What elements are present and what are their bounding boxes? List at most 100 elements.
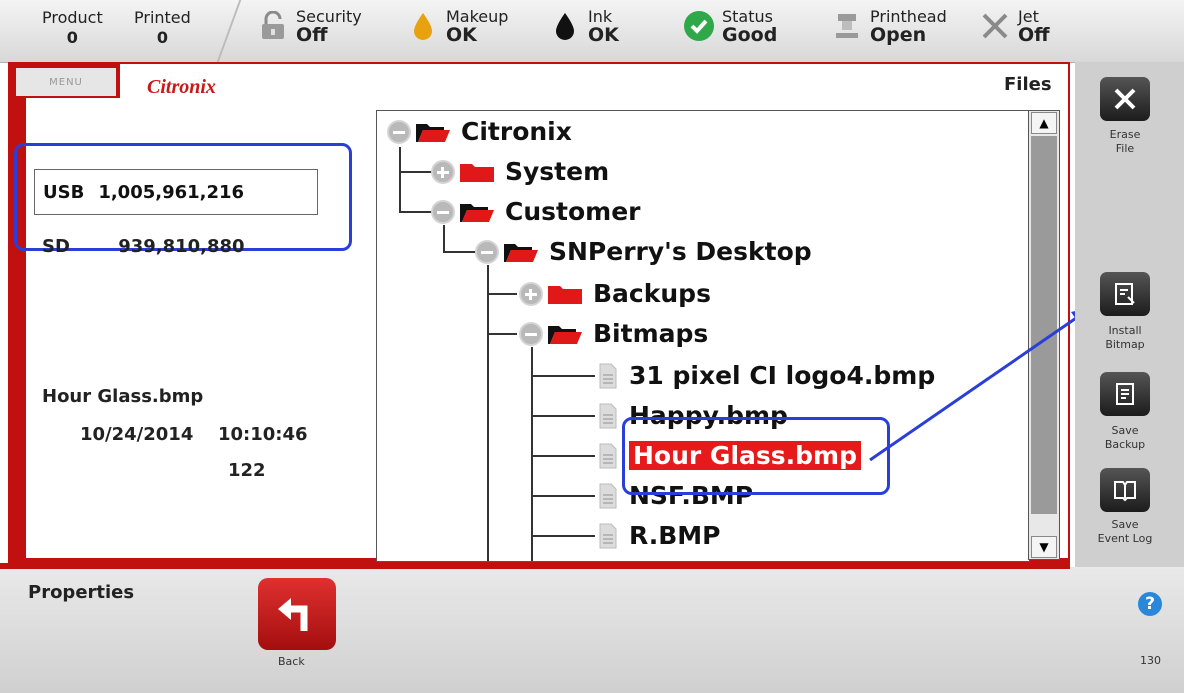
scroll-down-button[interactable]: ▼ — [1031, 536, 1057, 558]
file-icon — [599, 523, 617, 548]
folder-open-icon — [504, 243, 538, 262]
tree-node-label: Citronix — [461, 117, 572, 146]
back-arrow-icon — [278, 598, 308, 631]
tree-line — [487, 265, 489, 561]
annotation-arrow — [869, 307, 1092, 462]
jet-status[interactable]: Jet Off — [978, 8, 1050, 46]
makeup-drop-icon — [406, 9, 440, 43]
tree-node-bitmaps[interactable]: Bitmaps — [519, 319, 708, 348]
security-status[interactable]: Security Off — [256, 8, 362, 46]
printed-counter: Printed 0 — [134, 8, 191, 48]
sd-storage-row[interactable]: SD 939,810,880 — [42, 236, 245, 257]
save-backup-icon — [1100, 372, 1150, 416]
save-event-log-label: Save Event Log — [1097, 518, 1153, 545]
tree-file-item[interactable]: R.BMP — [599, 521, 720, 550]
install-bitmap-label: Install Bitmap — [1105, 324, 1145, 351]
tree-line — [531, 375, 595, 377]
bottom-red-line — [0, 563, 1070, 569]
printhead-value: Open — [870, 24, 927, 46]
tree-line — [531, 415, 595, 417]
tree-node-label: Customer — [505, 197, 641, 226]
menu-tab[interactable]: MENU — [16, 68, 116, 96]
help-icon: ? — [1145, 594, 1155, 614]
folder-open-icon — [548, 325, 582, 344]
ink-value: OK — [588, 24, 619, 46]
expand-icon[interactable] — [431, 159, 455, 184]
printhead-status[interactable]: Printhead Open — [830, 8, 947, 46]
folder-closed-icon — [460, 163, 494, 182]
ink-drop-icon — [548, 9, 582, 43]
folder-open-icon — [460, 203, 494, 222]
tree-node-label: Backups — [593, 279, 711, 308]
product-counter: Product 0 — [42, 8, 103, 48]
tree-line — [531, 455, 595, 457]
help-button[interactable]: ? — [1138, 592, 1162, 616]
install-bitmap-icon — [1100, 272, 1150, 316]
status-value: Good — [722, 24, 778, 46]
erase-file-label: Erase File — [1109, 128, 1141, 155]
scroll-up-button[interactable]: ▲ — [1031, 112, 1057, 134]
usb-value: 1,005,961,216 — [98, 181, 245, 203]
install-bitmap-button[interactable] — [1100, 272, 1150, 316]
collapse-icon[interactable] — [475, 239, 499, 264]
collapse-icon[interactable] — [431, 199, 455, 224]
usb-label: USB — [43, 181, 85, 203]
makeup-value: OK — [446, 24, 477, 46]
selection-annotation-box — [622, 417, 890, 495]
printed-label: Printed — [134, 8, 191, 27]
printed-value: 0 — [156, 28, 168, 47]
back-label: Back — [278, 655, 305, 668]
selected-file-size: 122 — [228, 460, 266, 481]
product-label: Product — [42, 8, 103, 27]
check-icon — [682, 9, 716, 43]
jet-value: Off — [1018, 24, 1050, 46]
arrow-up-icon: ▲ — [1039, 116, 1049, 130]
file-icon — [599, 443, 617, 468]
tree-node-backups[interactable]: Backups — [519, 279, 711, 308]
printhead-icon — [830, 9, 864, 43]
sd-value: 939,810,880 — [118, 236, 245, 257]
tree-line — [531, 535, 595, 537]
ink-status[interactable]: Ink OK — [548, 8, 619, 46]
back-button[interactable] — [258, 578, 336, 650]
save-backup-button[interactable] — [1100, 372, 1150, 416]
usb-storage-field[interactable]: USB 1,005,961,216 — [34, 169, 318, 215]
file-icon — [599, 403, 617, 428]
selected-file-date: 10/24/2014 — [80, 424, 194, 445]
folder-open-icon — [416, 123, 450, 142]
bottom-bar — [0, 567, 1184, 693]
brand-logo: Citronix — [147, 76, 216, 98]
tree-node-label: SNPerry's Desktop — [549, 237, 812, 266]
tree-node-system[interactable]: System — [431, 157, 609, 186]
tree-line — [487, 333, 517, 335]
system-status[interactable]: Status Good — [682, 8, 778, 46]
tree-node-customer[interactable]: Customer — [431, 197, 641, 226]
x-icon — [978, 9, 1012, 43]
arrow-down-icon: ▼ — [1039, 540, 1049, 554]
save-event-log-button[interactable] — [1100, 468, 1150, 512]
folder-closed-icon — [548, 285, 582, 304]
tree-node-citronix[interactable]: Citronix — [387, 117, 572, 146]
file-icon — [599, 483, 617, 508]
collapse-icon[interactable] — [519, 321, 543, 346]
tree-file-label: R.BMP — [629, 521, 721, 550]
selected-file-time: 10:10:46 — [218, 424, 308, 445]
expand-icon[interactable] — [519, 281, 543, 306]
tree-line — [443, 225, 445, 253]
selected-file-name: Hour Glass.bmp — [42, 386, 204, 407]
erase-icon — [1100, 77, 1150, 121]
erase-file-button[interactable] — [1100, 77, 1150, 121]
collapse-icon[interactable] — [387, 119, 411, 144]
tree-node-snperry-desktop[interactable]: SNPerry's Desktop — [475, 237, 812, 266]
header-bar — [120, 64, 1068, 98]
tree-node-label: System — [505, 157, 610, 186]
security-value: Off — [296, 24, 328, 46]
tree-line — [399, 147, 401, 213]
makeup-status[interactable]: Makeup OK — [406, 8, 508, 46]
file-icon — [599, 363, 617, 388]
sd-label: SD — [42, 236, 70, 257]
tree-node-label: Bitmaps — [593, 319, 709, 348]
tree-line — [531, 495, 595, 497]
properties-label: Properties — [28, 582, 135, 603]
page-number: 130 — [1140, 654, 1161, 667]
